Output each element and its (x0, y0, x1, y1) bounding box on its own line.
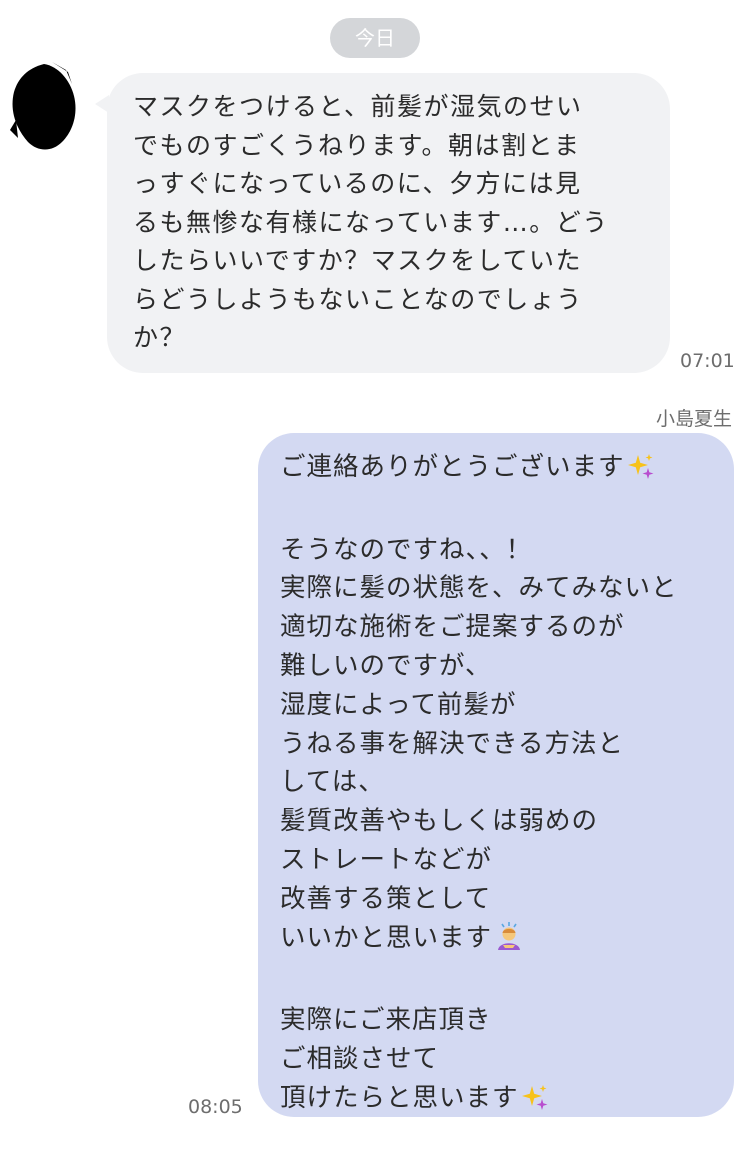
incoming-message-time: 07:01 (680, 350, 735, 372)
incoming-message-bubble: マスクをつけると、前髪が湿気のせい でものすごくうねります。朝は割とま っすぐに… (95, 73, 670, 373)
outgoing-text-part-3: 実際にご来店頂き ご相談させて 頂けたらと思います (280, 1005, 519, 1113)
outgoing-message-text: ご連絡ありがとうございます そうなのですね、、！ 実際に髪の状態を、みてみないと… (280, 448, 724, 1123)
person-bowing-icon (494, 921, 524, 963)
incoming-message-text: マスクをつけると、前髪が湿気のせい でものすごくうねります。朝は割とま っすぐに… (133, 92, 609, 352)
sparkles-icon (521, 1083, 549, 1123)
sender-name: 小島夏生 (655, 408, 732, 430)
sparkles-icon (627, 452, 655, 492)
avatar[interactable] (8, 60, 80, 155)
outgoing-message-bubble: ご連絡ありがとうございます そうなのですね、、！ 実際に髪の状態を、みてみないと… (258, 433, 734, 1117)
outgoing-text-part-2: そうなのですね、、！ 実際に髪の状態を、みてみないと 適切な施術をご提案するのが… (280, 534, 678, 953)
outgoing-text-part-1: ご連絡ありがとうございます (280, 452, 625, 482)
outgoing-message-time: 08:05 (188, 1096, 243, 1118)
date-divider: 今日 (330, 18, 420, 58)
